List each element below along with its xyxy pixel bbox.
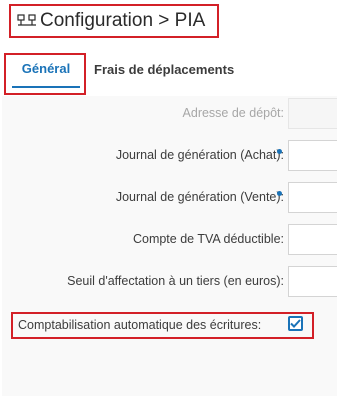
required-indicator	[277, 191, 282, 196]
checkmark-icon	[290, 319, 301, 328]
journal-achat-input[interactable]	[288, 140, 337, 171]
adresse-depot-input[interactable]	[288, 98, 337, 129]
active-tab-indicator	[12, 86, 80, 88]
field-row-seuil-affectation: Seuil d'affectation à un tiers (en euros…	[0, 266, 337, 298]
field-label: Seuil d'affectation à un tiers (en euros…	[67, 274, 284, 288]
field-label: Compte de TVA déductible:	[132, 232, 284, 246]
page-title: Configuration > PIA	[40, 10, 206, 31]
journal-vente-input[interactable]	[288, 182, 337, 213]
field-label: Adresse de dépôt:	[182, 106, 284, 120]
auto-accounting-checkbox[interactable]	[288, 316, 303, 331]
compte-tva-input[interactable]	[288, 224, 337, 255]
field-row-compte-tva: Compte de TVA déductible:	[0, 224, 337, 256]
tab-general[interactable]: Général	[15, 61, 77, 87]
field-row-journal-achat: Journal de génération (Achat):	[0, 140, 337, 172]
field-label: Journal de génération (Achat):	[115, 148, 284, 162]
tab-frais-de-deplacements[interactable]: Frais de déplacements	[94, 62, 234, 77]
auto-accounting-label: Comptabilisation automatique des écritur…	[18, 318, 262, 332]
page-header: Configuration > PIA	[9, 4, 219, 38]
required-indicator	[277, 149, 282, 154]
seuil-affectation-input[interactable]	[288, 266, 337, 297]
field-label: Journal de génération (Vente):	[115, 190, 284, 204]
field-row-journal-vente: Journal de génération (Vente):	[0, 182, 337, 214]
network-config-icon	[17, 12, 37, 30]
field-row-adresse-depot: Adresse de dépôt:	[0, 98, 337, 130]
